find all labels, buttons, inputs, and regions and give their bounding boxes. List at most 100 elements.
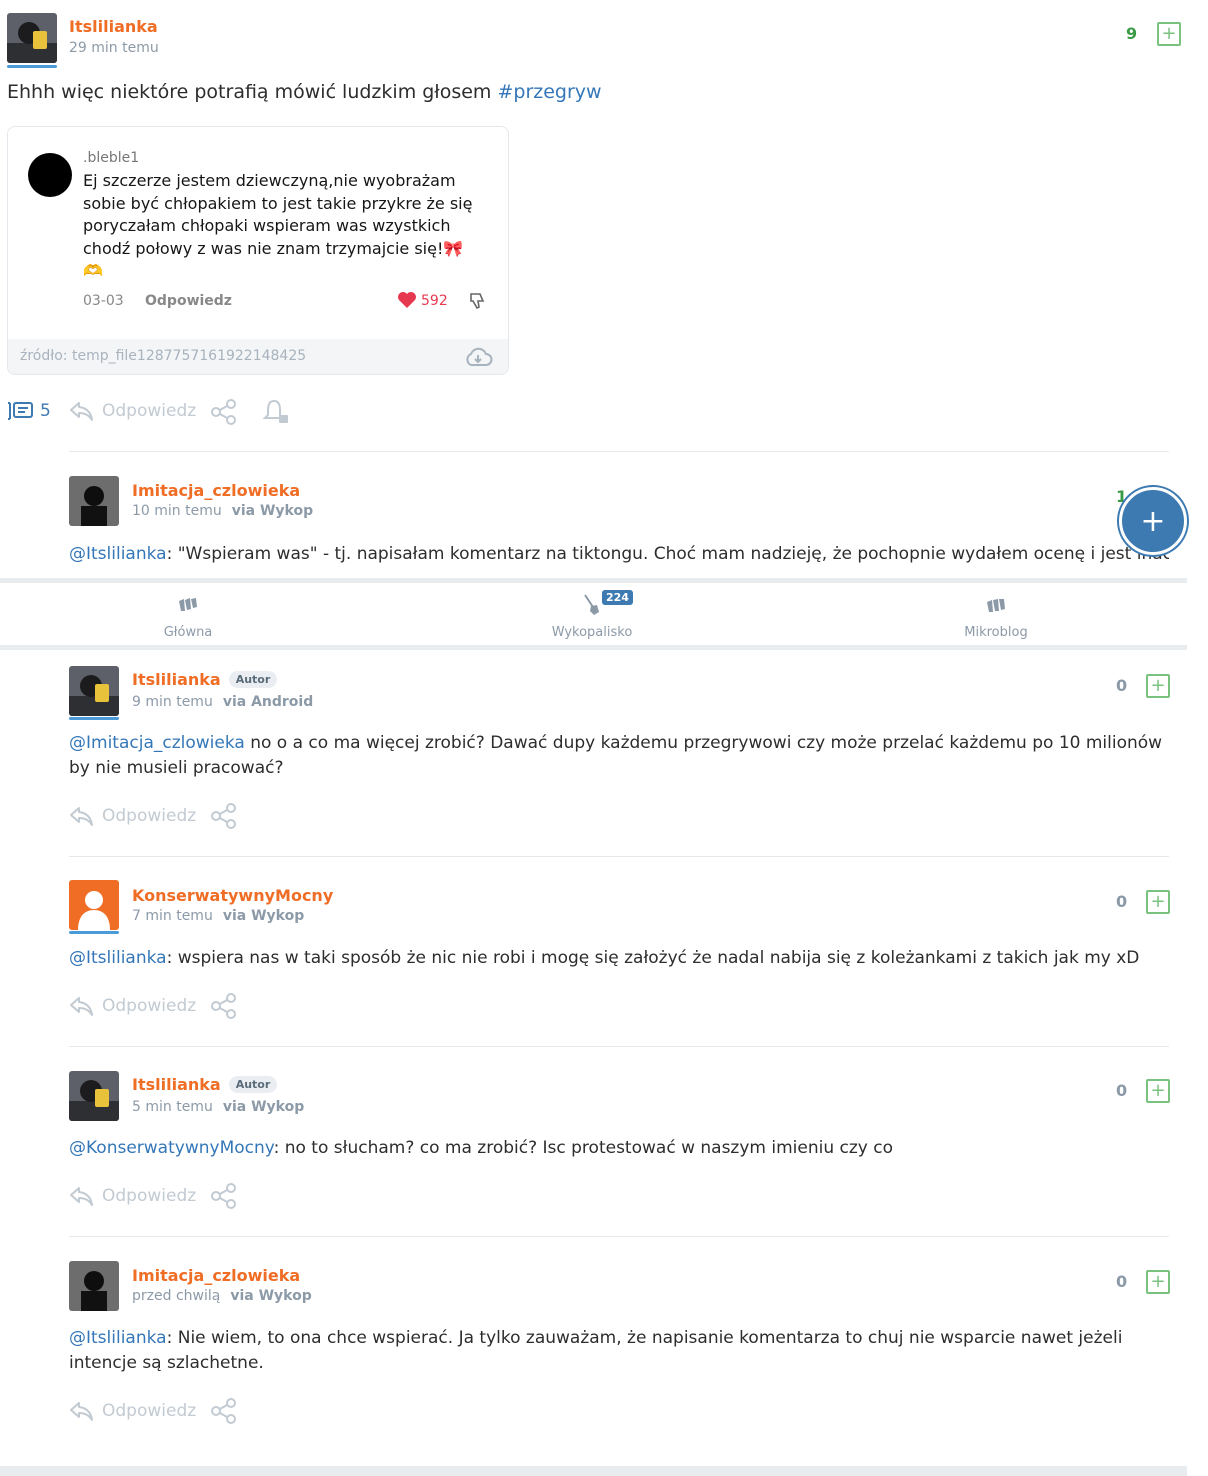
vote-count: 0 [1116,1272,1128,1291]
share-button[interactable] [210,1398,238,1424]
embed-likes: 592 [421,293,448,309]
divider [69,1236,1169,1237]
reply-button[interactable]: Odpowiedz [69,1399,196,1423]
nav-item-glowna[interactable]: Główna [88,583,288,645]
mention-link[interactable]: @Itslilianka [69,544,167,564]
embed-reply: Odpowiedz [145,293,232,309]
comment-via: via Android [222,694,314,710]
comments-count: 5 [40,401,51,421]
comment-via: via Wykop [222,1099,305,1115]
reply-label: Odpowiedz [102,806,197,826]
avatar[interactable] [7,13,57,63]
comment-time[interactable]: przed chwilą [132,1288,220,1304]
upvote-button[interactable]: + [1146,1270,1170,1294]
dislike-icon [467,291,487,315]
embed-username: .bleble1 [83,150,140,166]
embed-date: 03-03 [83,293,124,309]
avatar[interactable] [69,1261,119,1311]
post-time[interactable]: 29 min temu [69,40,159,56]
author-name-link[interactable]: Itslilianka [132,670,221,689]
author-name[interactable]: Imitacja_czlowieka [132,481,300,500]
comment-meta: 7 min temu via Wykop [132,908,304,924]
tag-link[interactable]: #przegryw [497,81,601,103]
cloud-download-icon[interactable] [463,346,493,372]
comment-time[interactable]: 10 min temu [132,503,222,519]
avatar-image [7,13,57,63]
nav-badge: 224 [602,590,633,605]
author-name: Itslilianka Autor [132,670,278,689]
comment-time[interactable]: 9 min temu [132,694,213,710]
vote-count: 0 [1116,676,1128,695]
comment-meta: 10 min temu via Wykop [132,503,313,519]
reply-button[interactable]: Odpowiedz [69,399,196,423]
nav-label: Mikroblog [964,625,1028,640]
comment-body: : Nie wiem, to ona chce wspierać. Ja tyl… [69,1328,1123,1373]
comment-body: : "Wspieram was" - tj. napisałam komenta… [166,544,1169,564]
comment-text: @Itslilianka: "Wspieram was" - tj. napis… [69,542,1169,567]
embed-text: Ej szczerze jestem dziewczyną,nie wyobra… [83,171,473,280]
upvote-button[interactable]: + [1146,674,1170,698]
post-text-body: Ehhh więc niektóre potrafią mówić ludzki… [7,81,498,103]
vote-count: 0 [1116,1081,1128,1100]
embed-source[interactable]: źródło: temp_file1287757161922148425 [20,348,306,364]
notify-button[interactable] [262,398,290,426]
avatar[interactable] [69,476,119,526]
author-name[interactable]: Itslilianka [69,17,158,36]
avatar[interactable] [69,666,119,716]
embedded-image[interactable]: .bleble1 Ej szczerze jestem dziewczyną,n… [7,126,509,375]
author-name[interactable]: Imitacja_czlowieka [132,1266,300,1285]
vote-count: 0 [1116,892,1128,911]
avatar-online-bar [7,65,57,68]
add-entry-button[interactable]: + [1119,487,1187,555]
upvote-button[interactable]: + [1146,1079,1170,1103]
mention-link[interactable]: @Itslilianka [69,948,167,968]
default-avatar-icon [78,891,110,930]
comment-via: via Wykop [230,1288,312,1304]
avatar-online-bar [69,931,119,934]
vote-count: 9 [1126,24,1138,43]
divider [69,1046,1169,1047]
author-badge: Autor [228,1076,278,1093]
nav-item-mikroblog[interactable]: Mikroblog [896,583,1096,645]
mikroblog-icon [987,599,1005,612]
reply-button[interactable]: Odpowiedz [69,804,196,828]
upvote-button[interactable]: + [1157,22,1181,46]
reply-button[interactable]: Odpowiedz [69,994,196,1018]
comment-time[interactable]: 5 min temu [132,1099,213,1115]
share-button[interactable] [210,993,238,1019]
share-icon [211,1183,236,1209]
comments-count-button[interactable]: 5 [7,400,51,422]
mention-link[interactable]: @Imitacja_czlowieka [69,733,245,753]
share-button[interactable] [210,1183,238,1209]
reply-label: Odpowiedz [102,1401,197,1421]
share-icon [211,1398,236,1424]
comment-meta: przed chwilą via Wykop [132,1288,312,1304]
wykop-logo-icon [179,598,197,611]
comments-icon [8,402,33,420]
comment-time[interactable]: 7 min temu [132,908,213,924]
bottom-divider [0,1466,1187,1476]
comment-meta: 5 min temu via Wykop [132,1099,304,1115]
author-name[interactable]: KonserwatywnyMocny [132,886,333,905]
avatar[interactable] [69,1071,119,1121]
avatar[interactable] [69,880,119,930]
nav-item-wykopalisko[interactable]: 224 Wykopalisko [492,583,692,645]
bell-icon [262,399,288,423]
comment-text: @Imitacja_czlowieka no o a co ma więcej … [69,731,1164,781]
reply-icon [70,807,93,826]
mention-link[interactable]: @Itslilianka [69,1328,167,1348]
mention-link[interactable]: @KonserwatywnyMocny [69,1138,274,1158]
upvote-button[interactable]: + [1146,890,1170,914]
reply-icon [70,997,93,1016]
nav-label: Wykopalisko [551,625,633,640]
share-icon [211,993,236,1019]
avatar-image [69,476,119,526]
author-name-link[interactable]: Itslilianka [132,1075,221,1094]
avatar-image [69,1261,119,1311]
divider [69,451,1169,452]
reply-button[interactable]: Odpowiedz [69,1184,196,1208]
share-button[interactable] [210,803,238,829]
share-button[interactable] [210,399,238,425]
share-icon [211,803,236,829]
comment-text: @KonserwatywnyMocny: no to słucham? co m… [69,1136,1164,1161]
